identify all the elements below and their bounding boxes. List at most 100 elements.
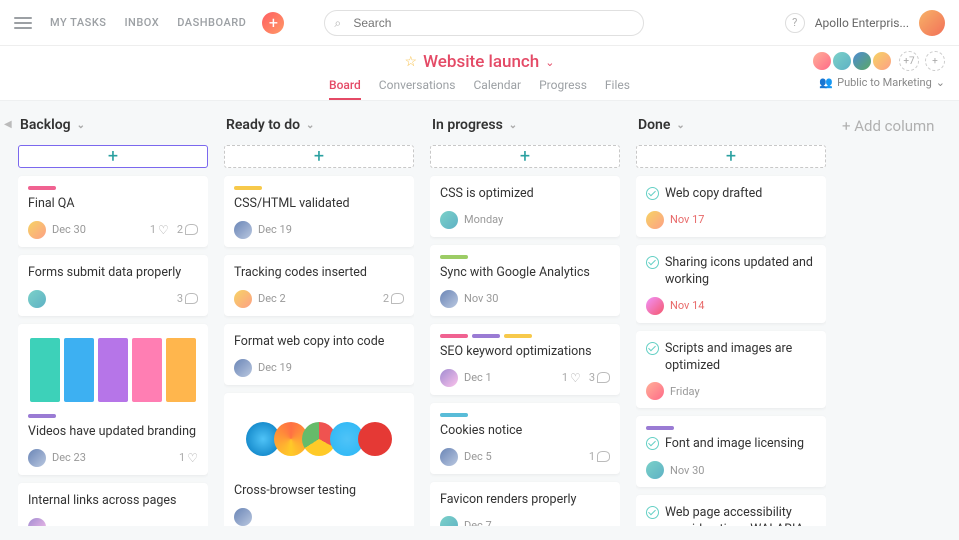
- nav-dashboard[interactable]: DASHBOARD: [177, 16, 246, 29]
- add-card-button[interactable]: +: [430, 145, 620, 168]
- member-avatar[interactable]: [831, 50, 853, 72]
- heart-icon: ♡: [187, 451, 198, 465]
- card[interactable]: CSS is optimizedMonday: [430, 176, 620, 237]
- like-count[interactable]: 1♡: [179, 451, 198, 465]
- menu-icon[interactable]: [14, 14, 32, 32]
- assignee-avatar[interactable]: [28, 290, 46, 308]
- assignee-avatar[interactable]: [646, 382, 664, 400]
- card-footer: Nov 14: [646, 297, 816, 315]
- card[interactable]: Internal links across pages: [18, 483, 208, 526]
- search-icon: ⌕: [334, 16, 341, 31]
- comment-count[interactable]: 2: [383, 292, 404, 305]
- assignee-avatar[interactable]: [28, 449, 46, 467]
- card[interactable]: SEO keyword optimizationsDec 11♡3: [430, 324, 620, 395]
- card[interactable]: Format web copy into codeDec 19: [224, 324, 414, 385]
- card[interactable]: Favicon renders properlyDec 7: [430, 482, 620, 527]
- card[interactable]: Final QADec 301♡2: [18, 176, 208, 247]
- tag: [646, 426, 674, 430]
- column-header[interactable]: Ready to do⌄: [224, 115, 414, 137]
- assignee-avatar[interactable]: [28, 518, 46, 527]
- chevron-down-icon: ⌄: [936, 76, 945, 89]
- card[interactable]: CSS/HTML validatedDec 19: [224, 176, 414, 247]
- assignee-avatar[interactable]: [28, 221, 46, 239]
- card-footer: Dec 51: [440, 448, 610, 466]
- card[interactable]: Cookies notice Dec 51: [430, 403, 620, 474]
- search-input[interactable]: [324, 10, 644, 36]
- assignee-avatar[interactable]: [234, 359, 252, 377]
- column-header[interactable]: Done⌄: [636, 115, 826, 137]
- add-member-button[interactable]: +: [925, 51, 945, 71]
- add-column-button[interactable]: + Add column: [842, 115, 959, 526]
- workspace-switcher[interactable]: Apollo Enterpris...: [815, 16, 909, 30]
- card[interactable]: Tracking codes insertedDec 22: [224, 255, 414, 316]
- tab-calendar[interactable]: Calendar: [473, 78, 521, 100]
- quick-add-button[interactable]: +: [262, 12, 284, 34]
- assignee-avatar[interactable]: [646, 297, 664, 315]
- chevron-down-icon[interactable]: ⌄: [306, 120, 314, 131]
- card[interactable]: Scripts and images are optimizedFriday: [636, 331, 826, 409]
- star-icon[interactable]: ☆: [405, 54, 418, 70]
- add-card-button[interactable]: +: [224, 145, 414, 168]
- member-overflow[interactable]: +7: [899, 51, 919, 71]
- assignee-avatar[interactable]: [440, 290, 458, 308]
- assignee-avatar[interactable]: [234, 221, 252, 239]
- card[interactable]: Sharing icons updated and workingNov 14: [636, 245, 826, 323]
- assignee-avatar[interactable]: [440, 211, 458, 229]
- visibility-toggle[interactable]: 👥 Public to Marketing ⌄: [819, 76, 945, 89]
- card[interactable]: Forms submit data properly 3: [18, 255, 208, 316]
- comment-count[interactable]: 1: [589, 450, 610, 463]
- project-title[interactable]: ☆ Website launch ⌄: [405, 52, 555, 72]
- card-tags: [440, 334, 610, 338]
- tab-conversations[interactable]: Conversations: [379, 78, 456, 100]
- chevron-down-icon[interactable]: ⌄: [676, 120, 684, 131]
- assignee-avatar[interactable]: [646, 211, 664, 229]
- card-title: Cookies notice: [440, 423, 610, 440]
- comment-count[interactable]: 3: [589, 371, 610, 384]
- comment-count[interactable]: 3: [177, 292, 198, 305]
- card[interactable]: Videos have updated brandingDec 231♡: [18, 324, 208, 475]
- column-header[interactable]: In progress⌄: [430, 115, 620, 137]
- assignee-avatar[interactable]: [440, 369, 458, 387]
- project-members[interactable]: +7 +: [817, 50, 945, 72]
- card[interactable]: Sync with Google AnalyticsNov 30: [430, 245, 620, 316]
- tab-progress[interactable]: Progress: [539, 78, 587, 100]
- user-avatar[interactable]: [919, 10, 945, 36]
- assignee-avatar[interactable]: [440, 516, 458, 526]
- tab-board[interactable]: Board: [329, 78, 361, 100]
- help-icon[interactable]: ?: [785, 13, 805, 33]
- check-circle-icon: [646, 187, 659, 200]
- card[interactable]: Cross-browser testing: [224, 393, 414, 526]
- member-avatar[interactable]: [871, 50, 893, 72]
- card-title: Forms submit data properly: [28, 265, 198, 282]
- add-card-button[interactable]: +: [636, 145, 826, 168]
- chevron-down-icon[interactable]: ⌄: [77, 120, 85, 131]
- comment-icon: [185, 293, 198, 304]
- member-avatar[interactable]: [851, 50, 873, 72]
- chevron-down-icon[interactable]: ⌄: [509, 120, 517, 131]
- visibility-label: Public to Marketing: [837, 76, 932, 89]
- check-circle-icon: [646, 256, 659, 269]
- assignee-avatar[interactable]: [234, 290, 252, 308]
- nav-my-tasks[interactable]: MY TASKS: [50, 16, 106, 29]
- add-card-button[interactable]: +: [18, 145, 208, 168]
- top-nav: MY TASKS INBOX DASHBOARD: [50, 16, 246, 29]
- card[interactable]: Web page accessibility considerations WA…: [636, 495, 826, 526]
- like-count[interactable]: 1♡: [562, 371, 581, 385]
- card[interactable]: Web copy draftedNov 17: [636, 176, 826, 237]
- like-count[interactable]: 1♡: [150, 223, 169, 237]
- chevron-down-icon[interactable]: ⌄: [545, 56, 554, 69]
- collapse-column-icon[interactable]: ◀: [4, 119, 12, 130]
- member-avatar[interactable]: [811, 50, 833, 72]
- search-box: ⌕: [324, 10, 644, 36]
- nav-inbox[interactable]: INBOX: [124, 16, 159, 29]
- assignee-avatar[interactable]: [234, 508, 252, 526]
- assignee-avatar[interactable]: [646, 461, 664, 479]
- column-header[interactable]: Backlog⌄: [18, 115, 208, 137]
- assignee-avatar[interactable]: [440, 448, 458, 466]
- card[interactable]: Font and image licensingNov 30: [636, 416, 826, 487]
- comment-count[interactable]: 2: [177, 223, 198, 236]
- tab-files[interactable]: Files: [605, 78, 630, 100]
- project-header: ☆ Website launch ⌄ Board Conversations C…: [0, 46, 959, 100]
- card-title: Font and image licensing: [646, 436, 816, 453]
- card-tags: [440, 413, 610, 417]
